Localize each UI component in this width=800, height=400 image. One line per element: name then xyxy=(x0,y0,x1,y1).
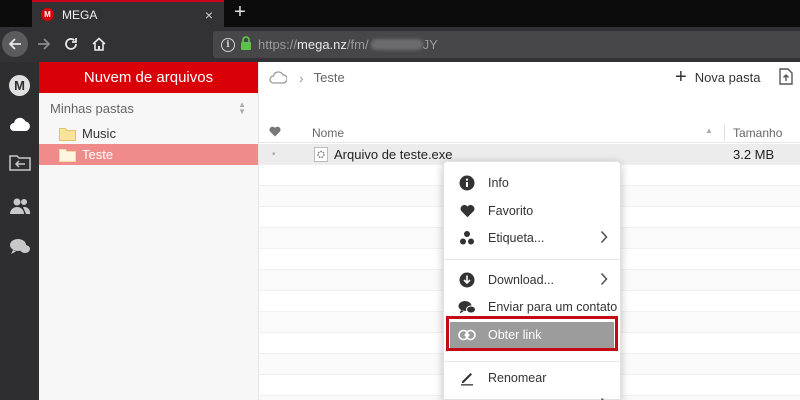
close-tab-icon[interactable]: × xyxy=(200,7,218,23)
highlight-annotation-box xyxy=(446,316,618,351)
rail-transfers[interactable] xyxy=(0,144,39,180)
cloud-icon xyxy=(9,117,30,131)
upload-file-icon[interactable] xyxy=(779,68,793,88)
menu-item-more[interactable] xyxy=(444,392,620,400)
blurred-url-segment xyxy=(370,39,423,50)
context-menu: Info Favorito Etiqueta... Download... En… xyxy=(443,161,621,400)
my-folders-label: Minhas pastas xyxy=(50,100,134,116)
menu-item-info[interactable]: Info xyxy=(444,170,620,196)
pencil-icon xyxy=(458,369,476,387)
new-folder-button[interactable]: + Nova pasta xyxy=(675,66,761,88)
rail-chat[interactable] xyxy=(0,229,39,265)
menu-divider xyxy=(444,259,620,260)
menu-divider xyxy=(444,361,620,362)
heart-icon xyxy=(458,202,476,220)
column-header-size[interactable]: Tamanho xyxy=(733,126,782,140)
executable-file-icon xyxy=(314,147,328,165)
column-divider xyxy=(724,125,725,141)
favorite-dot-icon[interactable]: • xyxy=(272,149,276,160)
rail-cloud-drive[interactable] xyxy=(0,106,39,142)
contacts-icon xyxy=(9,198,30,214)
chevron-right-icon xyxy=(600,230,608,247)
browser-tab-mega[interactable]: M MEGA × xyxy=(32,0,224,27)
move-icon xyxy=(458,396,476,400)
chat-bubbles-icon xyxy=(458,298,476,316)
menu-item-label: Enviar para um contato xyxy=(488,300,618,314)
mega-app: M Nuvem de arquivos Minhas pastas ▲ ▼ Mus… xyxy=(0,62,800,400)
arrow-left-icon xyxy=(8,38,21,50)
folder-label: Teste xyxy=(82,147,114,162)
cloud-outline-icon[interactable] xyxy=(269,71,287,84)
home-icon xyxy=(92,37,106,51)
folder-icon xyxy=(59,127,76,141)
column-header-name[interactable]: Nome xyxy=(312,126,344,140)
browser-navbar: i https://mega.nz/fm/JY xyxy=(0,27,800,62)
folder-icon xyxy=(59,148,76,162)
menu-item-rename[interactable]: Renomear xyxy=(444,365,620,391)
menu-item-label: Download... xyxy=(488,273,555,287)
panel-title: Nuvem de arquivos xyxy=(39,62,258,93)
chat-icon xyxy=(9,239,30,254)
menu-item-favorite[interactable]: Favorito xyxy=(444,198,620,224)
mega-logo[interactable]: M xyxy=(0,67,39,103)
mega-favicon-icon: M xyxy=(41,8,54,21)
menu-item-label: Info xyxy=(488,176,509,190)
reload-button[interactable] xyxy=(58,31,84,57)
breadcrumb-current[interactable]: Teste xyxy=(314,70,345,85)
menu-item-label: Renomear xyxy=(488,371,547,385)
my-folders-header[interactable]: Minhas pastas ▲ ▼ xyxy=(39,93,258,123)
menu-item-download[interactable]: Download... xyxy=(444,267,620,293)
address-bar[interactable]: i https://mega.nz/fm/JY xyxy=(213,31,800,58)
menu-item-label: Etiqueta... xyxy=(488,231,545,245)
folder-transfer-icon xyxy=(8,155,31,171)
file-list-header: Nome ▲ Tamanho xyxy=(259,123,800,143)
back-button[interactable] xyxy=(2,31,28,57)
home-button[interactable] xyxy=(86,31,112,57)
tab-title: MEGA xyxy=(62,7,98,22)
url-text: https://mega.nz/fm/JY xyxy=(258,37,438,52)
download-icon xyxy=(458,271,476,289)
folder-item-teste[interactable]: Teste xyxy=(39,144,258,165)
new-tab-button[interactable]: + xyxy=(229,1,251,25)
heart-icon[interactable] xyxy=(269,126,281,140)
folder-item-music[interactable]: Music xyxy=(39,123,258,144)
new-folder-label: Nova pasta xyxy=(694,69,761,85)
left-rail: M xyxy=(0,62,39,400)
mega-logo-icon: M xyxy=(9,74,30,96)
folder-label: Music xyxy=(82,126,116,141)
forward-button[interactable] xyxy=(31,31,57,57)
label-dots-icon xyxy=(458,229,476,247)
chevron-right-icon: › xyxy=(299,69,304,86)
menu-item-label-tag[interactable]: Etiqueta... xyxy=(444,225,620,251)
file-name: Arquivo de teste.exe xyxy=(334,147,453,162)
sort-icon[interactable]: ▲ ▼ xyxy=(238,101,246,116)
sort-ascending-icon[interactable]: ▲ xyxy=(705,126,713,135)
rail-contacts[interactable] xyxy=(0,188,39,224)
menu-item-label: Favorito xyxy=(488,204,534,218)
plus-icon: + xyxy=(675,66,687,88)
info-icon xyxy=(458,174,476,192)
folder-panel: Nuvem de arquivos Minhas pastas ▲ ▼ Music… xyxy=(39,62,259,400)
reload-icon xyxy=(65,38,77,50)
info-icon[interactable]: i xyxy=(221,37,235,52)
lock-icon[interactable] xyxy=(240,36,252,53)
file-size: 3.2 MB xyxy=(733,147,775,162)
browser-tabstrip: M MEGA × + xyxy=(0,0,800,27)
chevron-right-icon xyxy=(600,272,608,289)
arrow-right-icon xyxy=(38,38,51,50)
